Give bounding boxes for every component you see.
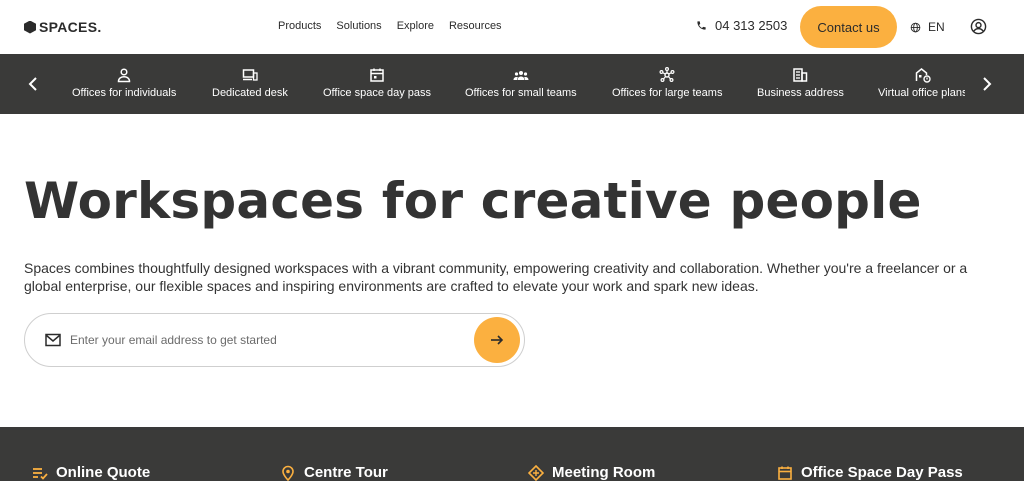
category-virtual-office[interactable]: Virtual office plans	[878, 67, 965, 103]
quick-link-online-quote[interactable]: Online Quote	[32, 464, 150, 481]
spaces-logo[interactable]: SPACES.	[24, 18, 102, 36]
meeting-room-icon	[528, 464, 544, 481]
category-dedicated-desk[interactable]: Dedicated desk	[212, 67, 288, 103]
email-signup-form	[24, 313, 525, 367]
arrow-right-icon	[491, 335, 504, 345]
team-icon	[513, 71, 529, 80]
calendar-icon	[778, 466, 792, 480]
network-icon	[659, 67, 675, 83]
category-large-teams[interactable]: Offices for large teams	[612, 67, 722, 103]
phone-number: 04 313 2503	[715, 18, 788, 33]
category-list: Offices for individuals Dedicated desk O…	[60, 54, 965, 114]
category-label: Offices for large teams	[612, 87, 723, 99]
logo-text: SPACES.	[39, 19, 102, 35]
email-submit-button[interactable]	[474, 317, 520, 363]
scroll-right-button[interactable]	[976, 72, 998, 96]
globe-icon	[910, 22, 921, 32]
chevron-left-icon	[28, 77, 37, 91]
category-day-pass[interactable]: Office space day pass	[323, 67, 431, 103]
quick-link-label: Online Quote	[56, 464, 151, 481]
quick-link-day-pass[interactable]: Office Space Day Pass	[777, 464, 963, 481]
main-nav: Products Solutions Explore Resources	[278, 20, 517, 32]
phone-link[interactable]: 04 313 2503	[696, 18, 787, 33]
quick-link-meeting-room[interactable]: Meeting Room	[528, 464, 655, 481]
person-icon	[117, 68, 131, 83]
category-label: Virtual office plans	[878, 87, 965, 99]
category-label: Offices for small teams	[465, 87, 577, 99]
location-pin-icon	[282, 465, 294, 481]
desk-icon	[242, 69, 258, 81]
product-category-bar: Offices for individuals Dedicated desk O…	[0, 54, 1024, 114]
hexagon-logo-icon	[24, 20, 36, 34]
account-icon[interactable]	[970, 18, 987, 35]
phone-icon	[697, 21, 706, 30]
hero-description: Spaces combines thoughtfully designed wo…	[24, 260, 968, 294]
virtual-office-icon	[915, 68, 931, 83]
nav-solutions[interactable]: Solutions	[336, 20, 381, 32]
quick-link-centre-tour[interactable]: Centre Tour	[280, 464, 388, 481]
scroll-left-button[interactable]	[22, 72, 44, 96]
calendar-icon	[370, 68, 384, 82]
quick-link-label: Centre Tour	[304, 464, 388, 481]
language-code: EN	[928, 20, 945, 34]
quick-link-label: Office Space Day Pass	[801, 464, 963, 481]
language-selector[interactable]: EN	[910, 20, 945, 34]
quick-links-band: Online Quote Centre Tour Meeting Room Of…	[0, 427, 1024, 481]
category-offices-individuals[interactable]: Offices for individuals	[72, 67, 176, 103]
category-small-teams[interactable]: Offices for small teams	[465, 67, 577, 103]
category-label: Offices for individuals	[72, 87, 177, 99]
mail-icon	[45, 333, 61, 347]
nav-products[interactable]: Products	[278, 20, 321, 32]
category-label: Dedicated desk	[212, 87, 288, 99]
category-business-address[interactable]: Business address	[757, 67, 844, 103]
category-label: Business address	[757, 87, 844, 99]
quick-link-label: Meeting Room	[552, 464, 656, 481]
contact-us-button[interactable]: Contact us	[800, 6, 897, 48]
nav-explore[interactable]: Explore	[397, 20, 434, 32]
email-input[interactable]	[70, 326, 470, 354]
building-icon	[793, 68, 808, 82]
quote-list-icon	[33, 467, 48, 480]
chevron-right-icon	[983, 77, 992, 91]
site-header: SPACES. Products Solutions Explore Resou…	[0, 0, 1024, 54]
category-label: Office space day pass	[323, 87, 432, 99]
nav-resources[interactable]: Resources	[449, 20, 502, 32]
page-title: Workspaces for creative people	[24, 172, 922, 230]
